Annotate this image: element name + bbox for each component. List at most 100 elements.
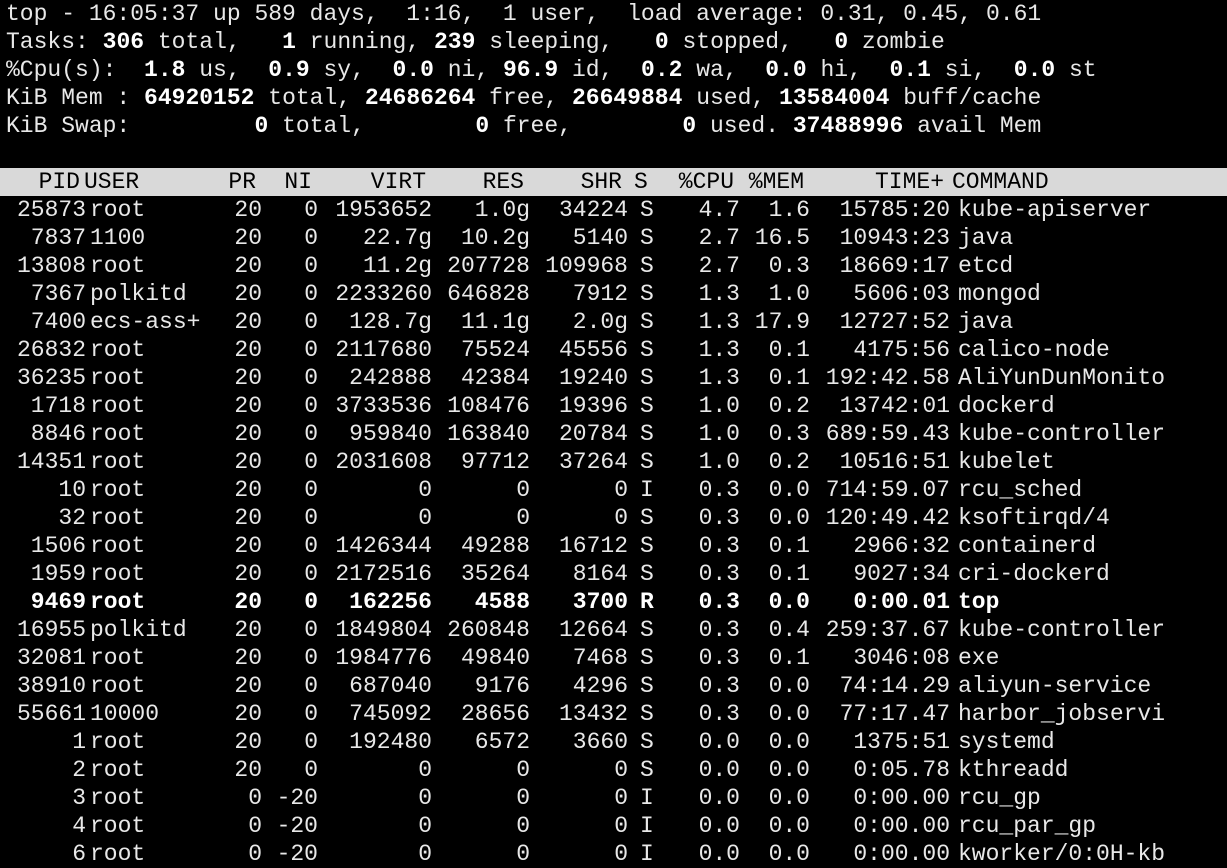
process-shr: 0	[614, 785, 628, 811]
process-shr: 16712	[558, 533, 628, 559]
process-pid: 1718	[30, 393, 86, 419]
process-state: S	[640, 561, 654, 587]
process-user: root	[90, 253, 146, 279]
column-res: RES	[482, 169, 524, 195]
process-mem: 0.2	[768, 449, 810, 475]
process-row: 55661 10000 20 0 745092 28656 13432 S 0.3 0.0 77:1…	[6, 700, 1227, 728]
process-time: 74:14.29	[839, 673, 950, 699]
process-res: 0	[516, 757, 530, 783]
process-nice: -20	[276, 813, 318, 839]
process-priority: 20	[234, 281, 262, 307]
process-time: 714:59.07	[825, 477, 950, 503]
process-priority: 20	[234, 197, 262, 223]
process-shr: 20784	[558, 421, 628, 447]
process-time: 4175:56	[853, 337, 950, 363]
swap-used-label: used.	[696, 113, 780, 139]
process-mem: 0.0	[768, 477, 810, 503]
process-command: etcd	[958, 253, 1014, 279]
cpu-hi-label: hi,	[806, 57, 862, 83]
process-cpu: 1.0	[698, 449, 740, 475]
process-state: S	[640, 337, 654, 363]
process-state: S	[640, 253, 654, 279]
process-mem: 0.3	[768, 421, 810, 447]
process-command: exe	[958, 645, 1000, 671]
tasks-stopped-label: stopped,	[668, 29, 793, 55]
process-mem: 0.1	[768, 337, 810, 363]
process-res: 28656	[460, 701, 530, 727]
process-nice: 0	[304, 589, 318, 615]
process-state: S	[640, 393, 654, 419]
process-nice: 0	[304, 197, 318, 223]
process-shr: 7468	[572, 645, 628, 671]
tasks-stopped: 0	[654, 29, 669, 55]
process-row: 25873 root 20 0 1953652 1.0g 34224 S 4.7 1.6 15785…	[6, 196, 1227, 224]
process-nice: 0	[304, 729, 318, 755]
process-user: root	[90, 589, 146, 615]
process-pid: 26832	[16, 337, 86, 363]
process-shr: 0	[614, 505, 628, 531]
process-user: 10000	[90, 701, 160, 727]
process-res: 0	[516, 785, 530, 811]
column-header-row: PID USER PR NI VIRT RES SHR S %CPU %MEM …	[0, 168, 1227, 196]
process-priority: 20	[234, 365, 262, 391]
process-shr: 7912	[572, 281, 628, 307]
column-pid: PID	[38, 169, 80, 195]
process-cpu: 0.3	[698, 673, 740, 699]
column-command: COMMAND	[952, 169, 1049, 195]
process-res: 42384	[460, 365, 530, 391]
process-time: 9027:34	[853, 561, 950, 587]
process-user: root	[90, 365, 146, 391]
process-command: ksoftirqd/4	[958, 505, 1110, 531]
process-priority: 0	[248, 813, 262, 839]
process-pid: 13808	[16, 253, 86, 279]
process-virt: 192480	[349, 729, 432, 755]
process-virt: 1426344	[335, 533, 432, 559]
process-command: mongod	[958, 281, 1041, 307]
process-shr: 0	[614, 813, 628, 839]
process-state: R	[640, 589, 654, 615]
process-command: dockerd	[958, 393, 1055, 419]
process-state: S	[640, 617, 654, 643]
process-nice: 0	[304, 365, 318, 391]
process-res: 108476	[447, 393, 530, 419]
process-user: root	[90, 645, 146, 671]
column-pr: PR	[228, 169, 256, 195]
cpu-us: 1.8	[144, 57, 186, 83]
process-res: 11.1g	[460, 309, 530, 335]
cpu-si-label: si,	[930, 57, 987, 83]
process-cpu: 0.3	[698, 645, 740, 671]
process-res: 35264	[460, 561, 530, 587]
process-cpu: 0.3	[698, 477, 740, 503]
process-shr: 4296	[572, 673, 628, 699]
cpu-sy-label: sy,	[309, 57, 365, 83]
process-row: 1 root 20 0 192480 6572 3660 S 0.0 0.0 1375:51 syst…	[6, 728, 1227, 756]
process-mem: 0.0	[768, 701, 810, 727]
process-cpu: 0.3	[698, 505, 740, 531]
process-user: 1100	[90, 225, 146, 251]
process-priority: 20	[234, 337, 262, 363]
process-virt: 162256	[349, 589, 432, 615]
process-priority: 20	[234, 449, 262, 475]
cpu-wa: 0.2	[641, 57, 683, 83]
process-res: 49840	[460, 645, 530, 671]
process-user: root	[90, 757, 146, 783]
process-mem: 0.0	[768, 589, 810, 615]
swap-line: KiB Swap: 0 total, 0 free, 0 used. 37488…	[6, 112, 1227, 140]
process-row: 7400 ecs-ass+ 20 0 128.7g 11.1g 2.0g S 1.3 17.9 12…	[6, 308, 1227, 336]
process-pid: 16955	[16, 617, 86, 643]
swap-total-label: total,	[268, 113, 365, 139]
process-time: 192:42.58	[825, 365, 950, 391]
process-nice: 0	[304, 253, 318, 279]
process-virt: 1953652	[335, 197, 432, 223]
top-terminal: top - 16:05:37 up 589 days, 1:16, 1 user…	[0, 0, 1227, 868]
process-pid: 3	[72, 785, 86, 811]
process-pid: 32081	[16, 645, 86, 671]
process-virt: 22.7g	[362, 225, 432, 251]
process-priority: 20	[234, 393, 262, 419]
process-shr: 0	[614, 477, 628, 503]
process-cpu: 0.0	[698, 813, 740, 839]
process-res: 646828	[447, 281, 530, 307]
process-time: 3046:08	[853, 645, 950, 671]
process-nice: 0	[304, 673, 318, 699]
process-shr: 45556	[558, 337, 628, 363]
